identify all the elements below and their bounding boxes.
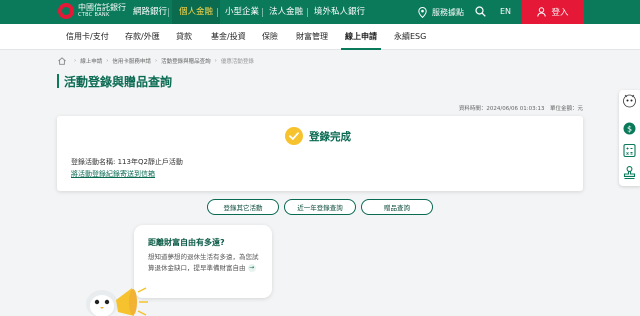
breadcrumb-event-query[interactable]: 活動登錄與贈品查詢 <box>161 57 211 65</box>
login-button[interactable]: 登入 <box>522 0 584 24</box>
title-accent-bar <box>57 74 59 88</box>
nav-divider <box>168 8 169 17</box>
promo-body: 想知道夢想的退休生活有多遠，為您試算退休金缺口，提早準備財富自由 <box>148 253 259 272</box>
result-card: 登錄完成 登錄活動名稱: 113年Q2靜止戶活動 將活動登錄紀錄寄送到信箱 <box>57 116 583 191</box>
sub-nav: 信用卡/支付 存款/外匯 貸款 基金/投資 保險 財富管理 線上申請 永續ESG <box>0 24 640 50</box>
breadcrumb-online-apply[interactable]: 線上申請 <box>80 57 102 65</box>
breadcrumb-card-service[interactable]: 信用卡服務申請 <box>112 57 151 65</box>
subnav-item-insurance[interactable]: 保險 <box>262 24 278 50</box>
email-record-link[interactable]: 將活動登錄紀錄寄送到信箱 <box>71 169 155 179</box>
top-nav-online-banking[interactable]: 網路銀行 <box>126 0 174 24</box>
stamp-icon[interactable] <box>622 165 637 180</box>
subnav-item-credit-card[interactable]: 信用卡/支付 <box>66 24 109 50</box>
service-points-label: 服務據點 <box>432 7 464 17</box>
event-name: 登錄活動名稱: 113年Q2靜止戶活動 <box>71 158 183 166</box>
promo-title: 距離財富自由有多遠? <box>148 238 225 247</box>
check-circle-icon <box>285 127 303 145</box>
register-other-button[interactable]: 登錄其它活動 <box>207 199 279 215</box>
breadcrumb: › 線上申請 › 信用卡服務申請 › 活動登錄與贈品查詢 › 優惠活動登錄 <box>58 57 254 65</box>
home-icon[interactable] <box>58 57 66 65</box>
mascot-icon[interactable] <box>622 93 637 108</box>
svg-text:$: $ <box>627 125 632 134</box>
logo-name-en: CTBC BANK <box>78 12 110 18</box>
subnav-item-wealth[interactable]: 財富管理 <box>296 24 328 50</box>
language-toggle[interactable]: EN <box>500 0 511 24</box>
page-title: 活動登錄與贈品查詢 <box>64 75 173 89</box>
gift-query-button[interactable]: 贈品查詢 <box>361 199 433 215</box>
logo-icon <box>58 3 74 19</box>
service-points-link[interactable]: 服務據點 <box>418 0 464 24</box>
login-label: 登入 <box>551 8 569 18</box>
subnav-item-fund[interactable]: 基金/投資 <box>211 24 246 50</box>
breadcrumb-current: 優惠活動登錄 <box>220 59 254 65</box>
arrow-right-icon[interactable]: → <box>247 264 256 272</box>
user-icon <box>537 7 547 17</box>
search-icon[interactable] <box>475 6 486 17</box>
top-bar: 中國信託銀行 CTBC BANK 網路銀行 個人金融 小型企業 法人金融 境外私… <box>0 0 640 24</box>
top-nav-corporate[interactable]: 法人金融 <box>262 0 310 24</box>
location-pin-icon <box>418 6 427 18</box>
money-icon[interactable]: $ <box>622 121 637 136</box>
ctbc-logo[interactable]: 中國信託銀行 CTBC BANK <box>58 3 126 19</box>
quick-action-rail: $ <box>619 90 640 186</box>
status-title: 登錄完成 <box>309 130 351 143</box>
subnav-item-online-apply[interactable]: 線上申請 <box>341 24 381 50</box>
logo-name-cn: 中國信託銀行 <box>78 3 126 12</box>
year-query-button[interactable]: 近一年登錄查詢 <box>284 199 356 215</box>
subnav-item-esg[interactable]: 永續ESG <box>394 24 426 50</box>
top-nav-personal[interactable]: 個人金融 <box>172 0 221 24</box>
top-nav-private-bank[interactable]: 境外私人銀行 <box>307 0 372 24</box>
mascot-megaphone-icon <box>86 287 148 316</box>
subnav-item-deposit[interactable]: 存款/外匯 <box>125 24 160 50</box>
subnav-item-loan[interactable]: 貸款 <box>176 24 192 50</box>
calculator-icon[interactable] <box>622 143 637 158</box>
top-nav-small-business[interactable]: 小型企業 <box>218 0 266 24</box>
data-timestamp: 資料時間：2024/06/06 01:03:13 單位金額：元 <box>458 106 583 112</box>
